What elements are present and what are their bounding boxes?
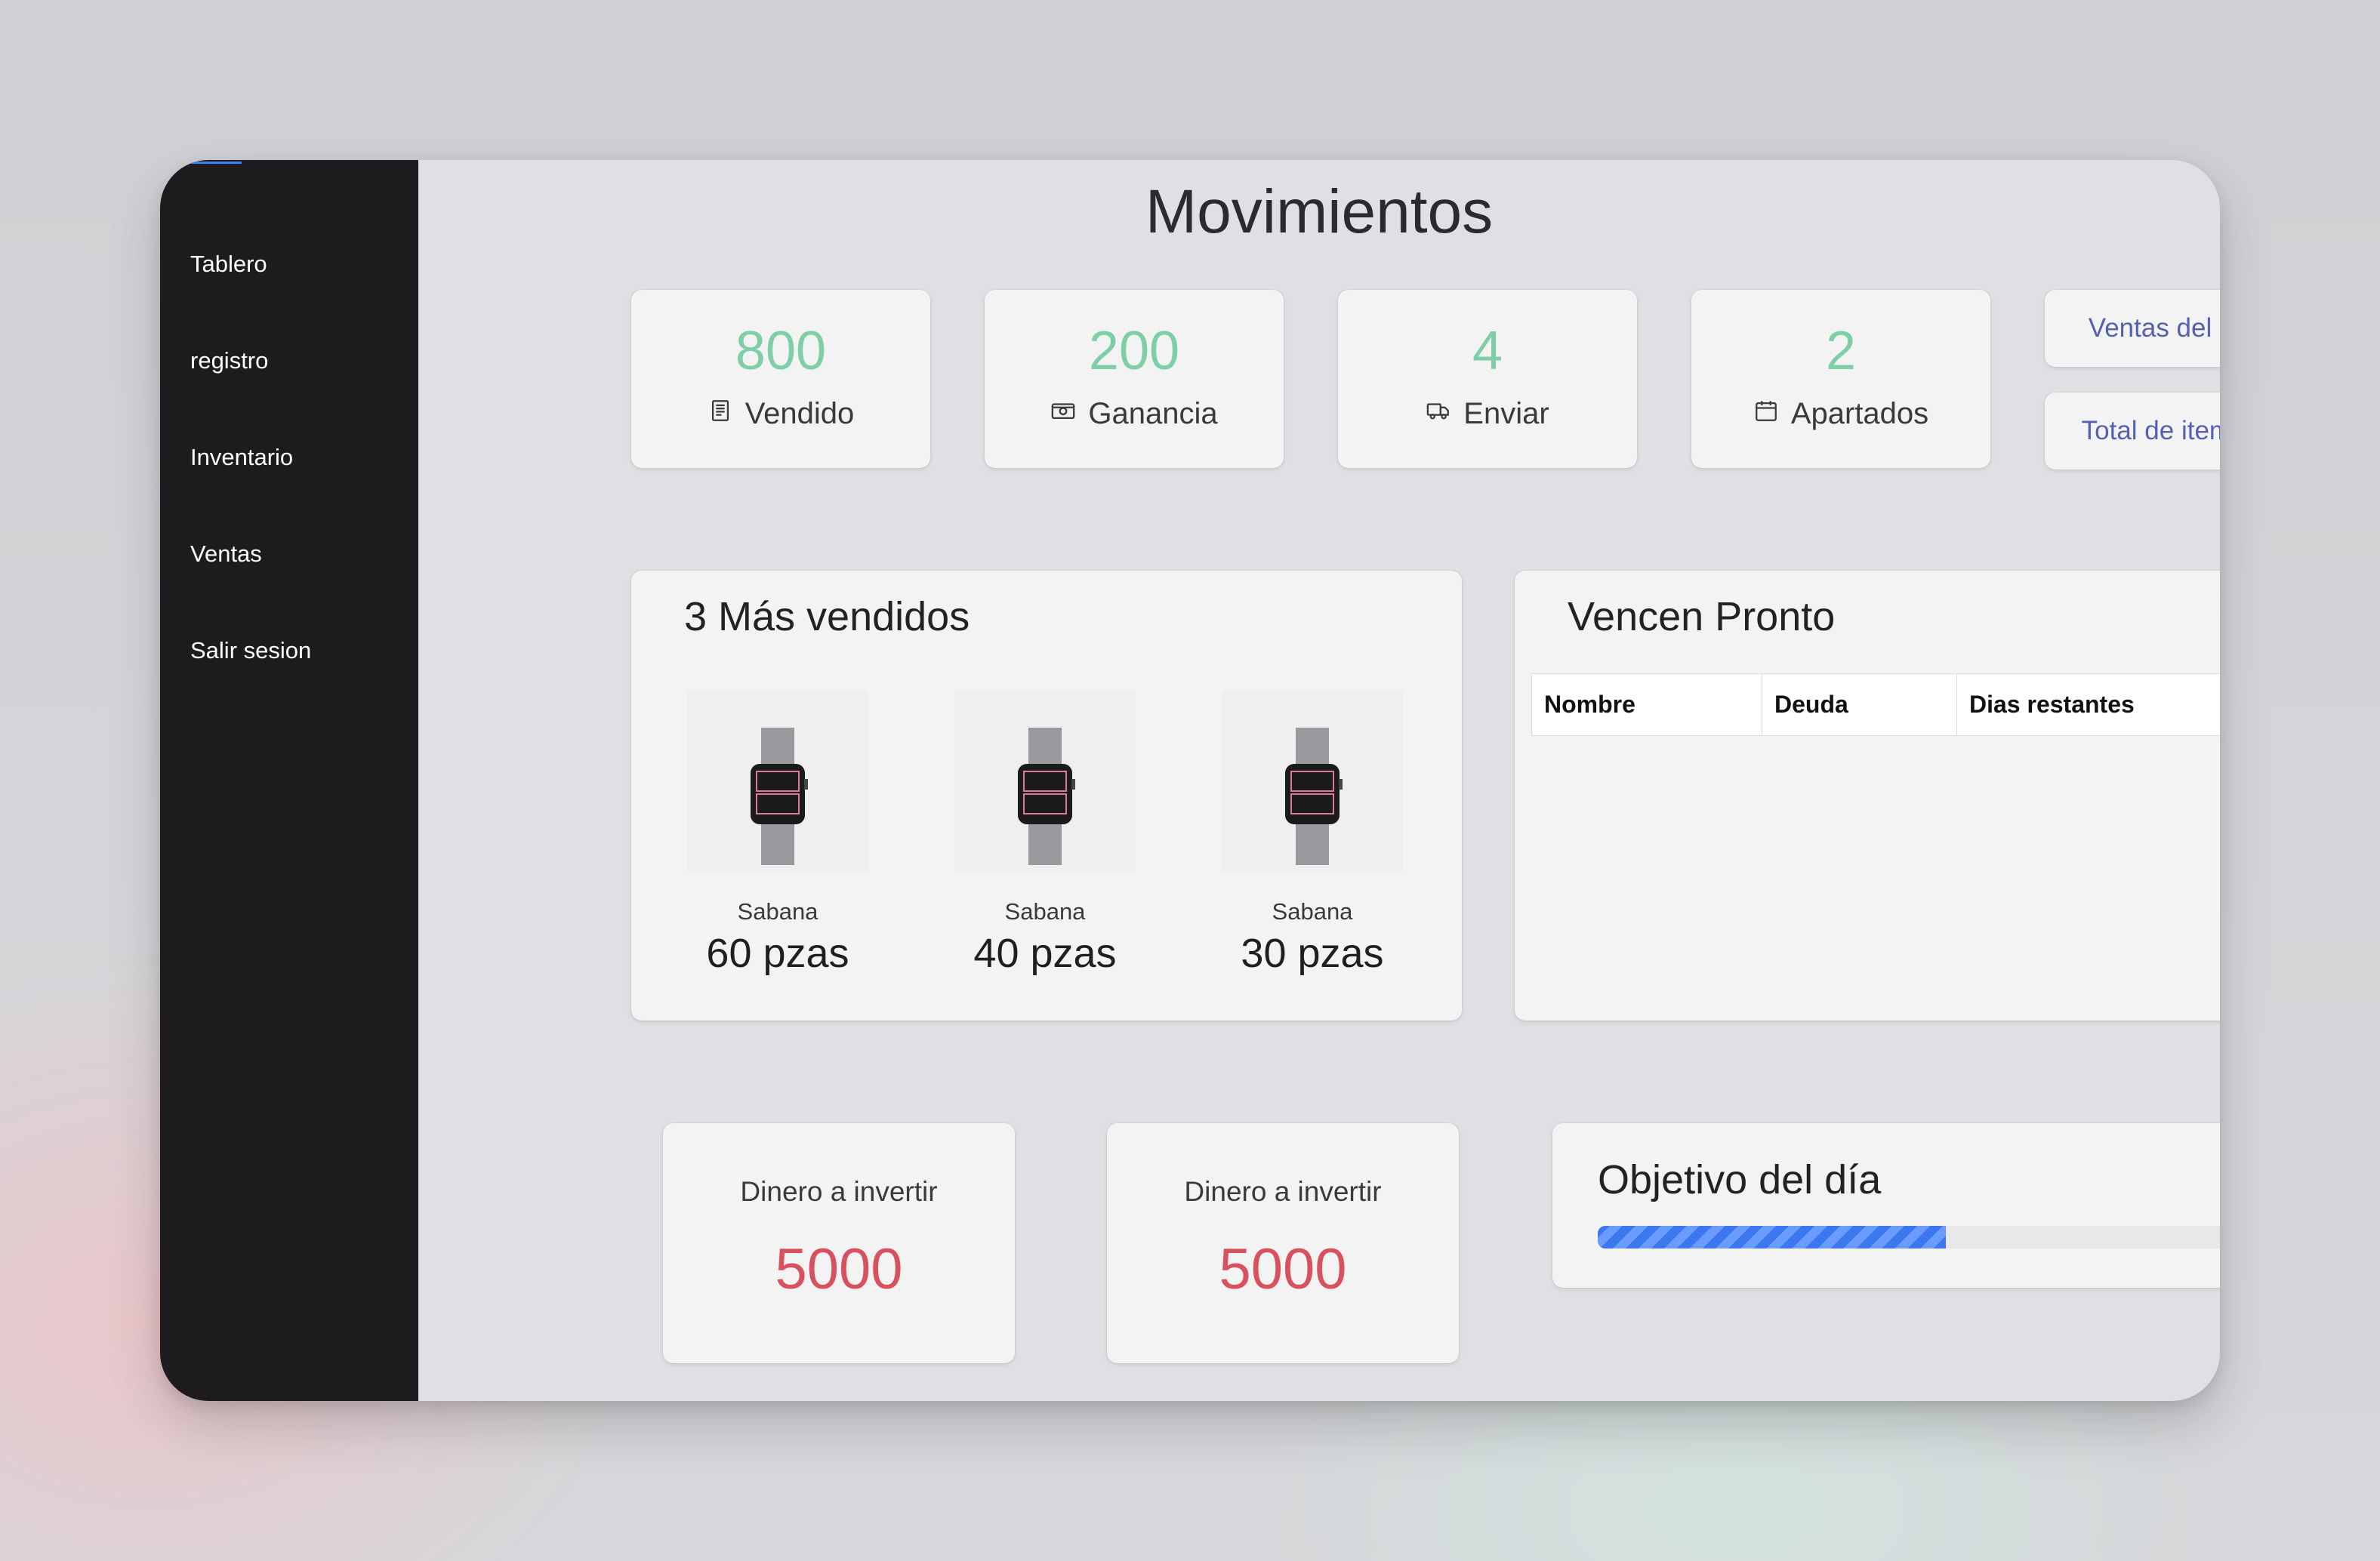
- stat-value: 4: [1472, 321, 1503, 381]
- stat-label: Enviar: [1463, 397, 1549, 430]
- app-window: Tablero registro Inventario Ventas Salir…: [160, 160, 2220, 1401]
- sidebar: Tablero registro Inventario Ventas Salir…: [160, 160, 418, 1401]
- goal-title: Objetivo del día: [1598, 1157, 1882, 1202]
- product-name: Sabana: [737, 898, 819, 925]
- goal-card: Objetivo del día: [1552, 1123, 2220, 1288]
- product-quantity: 60 pzas: [706, 931, 849, 976]
- invest-card: Dinero a invertir 5000: [663, 1123, 1015, 1363]
- column-header-deuda[interactable]: Deuda: [1762, 673, 1957, 736]
- product-image: [954, 690, 1136, 871]
- table-header-row: Nombre Deuda Dias restantes: [1531, 673, 2220, 736]
- stat-label: Ganancia: [1088, 397, 1218, 430]
- top-sellers-card: 3 Más vendidos Sabana 60 pzas Sabana 40 …: [631, 571, 1462, 1021]
- product-image: [1222, 690, 1403, 871]
- product-image: [687, 690, 868, 871]
- invest-value: 5000: [1219, 1237, 1347, 1301]
- product-item[interactable]: Sabana 60 pzas: [687, 690, 868, 977]
- due-soon-card: Vencen Pronto Nombre Deuda Dias restante…: [1515, 571, 2220, 1021]
- due-soon-title: Vencen Pronto: [1568, 594, 1836, 639]
- stat-card-enviar: 4 Enviar: [1338, 290, 1637, 468]
- sidebar-top-link[interactable]: [190, 160, 242, 164]
- product-item[interactable]: Sabana 30 pzas: [1222, 690, 1403, 977]
- calendar-icon: [1753, 397, 1779, 431]
- top-sellers-title: 3 Más vendidos: [684, 594, 970, 639]
- product-item[interactable]: Sabana 40 pzas: [954, 690, 1136, 977]
- sidebar-item-inventario[interactable]: Inventario: [190, 444, 293, 471]
- receipt-icon: [708, 397, 733, 431]
- product-quantity: 40 pzas: [973, 931, 1117, 976]
- goal-progress-fill: [1598, 1226, 1946, 1248]
- stat-value: 200: [1088, 321, 1180, 381]
- column-header-nombre[interactable]: Nombre: [1531, 673, 1762, 736]
- main-content: Movimientos 800 Vendido 200 Ganancia 4 E…: [418, 160, 2220, 1401]
- ventas-del-dia-card: Ventas del dia 20: [2045, 290, 2220, 367]
- sidebar-item-tablero[interactable]: Tablero: [190, 251, 267, 278]
- due-soon-table: Nombre Deuda Dias restantes: [1531, 673, 2220, 736]
- product-quantity: 30 pzas: [1241, 931, 1384, 976]
- stat-value: 800: [735, 321, 827, 381]
- cash-icon: [1050, 397, 1076, 431]
- stat-card-apartados: 2 Apartados: [1691, 290, 1990, 468]
- sidebar-item-salir-sesion[interactable]: Salir sesion: [190, 637, 311, 664]
- total-items-label: Total de items: [2081, 416, 2220, 445]
- invest-label: Dinero a invertir: [740, 1176, 938, 1207]
- stat-value: 2: [1825, 321, 1857, 381]
- stat-card-ganancia: 200 Ganancia: [985, 290, 1284, 468]
- stat-label: Vendido: [745, 397, 855, 430]
- invest-card: Dinero a invertir 5000: [1107, 1123, 1459, 1363]
- invest-value: 5000: [775, 1237, 903, 1301]
- column-header-dias-restantes[interactable]: Dias restantes: [1956, 673, 2220, 736]
- sidebar-item-registro[interactable]: registro: [190, 347, 268, 374]
- truck-icon: [1426, 397, 1451, 431]
- goal-progress-track: [1598, 1226, 2220, 1248]
- stat-label: Apartados: [1790, 397, 1929, 430]
- product-name: Sabana: [1004, 898, 1086, 925]
- product-name: Sabana: [1272, 898, 1353, 925]
- sidebar-item-ventas[interactable]: Ventas: [190, 540, 262, 568]
- stat-card-vendido: 800 Vendido: [631, 290, 930, 468]
- total-items-card: Total de items 200: [2045, 393, 2220, 470]
- ventas-del-dia-label: Ventas del dia: [2088, 313, 2220, 343]
- page-title: Movimientos: [1145, 177, 1494, 246]
- invest-label: Dinero a invertir: [1184, 1176, 1382, 1207]
